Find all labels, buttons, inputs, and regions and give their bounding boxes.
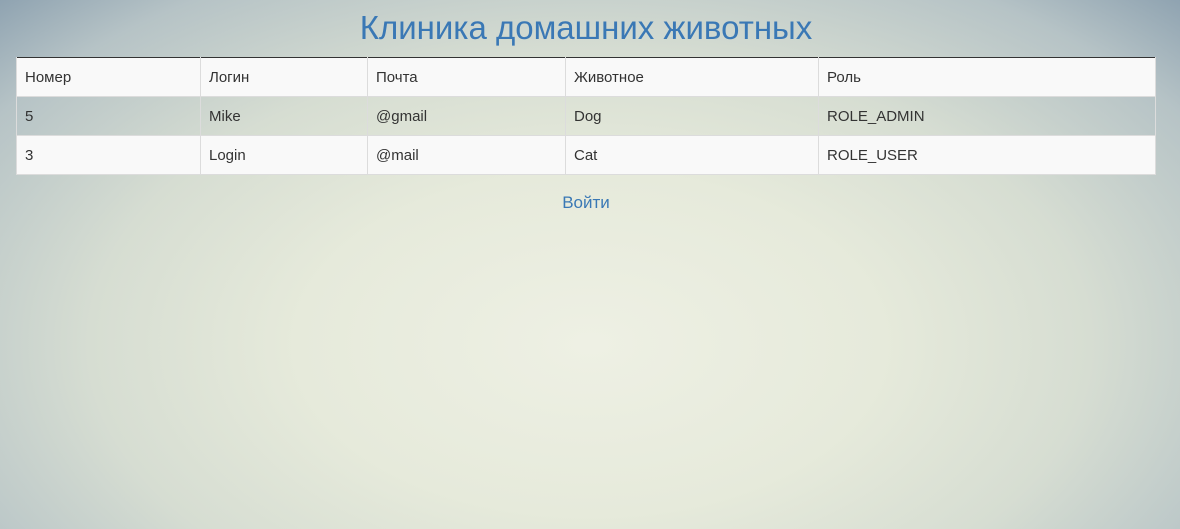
cell-login: Login [200,135,368,175]
column-header-number: Номер [16,57,201,97]
column-header-role: Роль [818,57,1156,97]
cell-email: @gmail [367,96,566,136]
table-row: 5 Mike @gmail Dog ROLE_ADMIN [16,96,1156,136]
users-table: Номер Логин Почта Животное Роль 5 Mike @… [16,57,1156,175]
cell-role: ROLE_ADMIN [818,96,1156,136]
login-link[interactable]: Войти [0,193,1172,213]
page-title: Клиника домашних животных [359,9,813,46]
column-header-login: Логин [200,57,368,97]
cell-number: 3 [16,135,201,175]
column-header-animal: Животное [565,57,819,97]
cell-role: ROLE_USER [818,135,1156,175]
cell-number: 5 [16,96,201,136]
table-row: 3 Login @mail Cat ROLE_USER [16,135,1156,175]
cell-animal: Dog [565,96,819,136]
cell-login: Mike [200,96,368,136]
cell-animal: Cat [565,135,819,175]
cell-email: @mail [367,135,566,175]
table-header-row: Номер Логин Почта Животное Роль [16,57,1156,97]
column-header-email: Почта [367,57,566,97]
